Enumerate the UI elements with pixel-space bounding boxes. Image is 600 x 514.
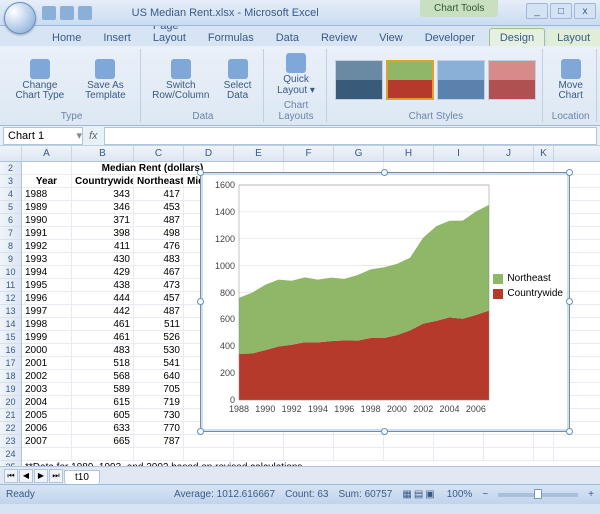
ribbon-group-chart-styles: Chart Styles — [329, 49, 543, 122]
spreadsheet-grid[interactable]: ABCDEFGHIJK 2345678910111213141516171819… — [0, 146, 600, 466]
legend-swatch-icon — [493, 289, 503, 299]
legend-item-northeast[interactable]: Northeast — [493, 273, 563, 284]
row-headers[interactable]: 2345678910111213141516171819202122232425… — [0, 162, 22, 466]
formula-bar-row: Chart 1▾ fx — [0, 126, 600, 146]
status-count: Count: 63 — [285, 489, 328, 500]
chart-type-icon — [30, 59, 50, 79]
chart-style-1[interactable] — [335, 60, 383, 100]
switch-row-column-button[interactable]: Switch Row/Column — [149, 57, 212, 104]
sheet-nav-next[interactable]: ▶ — [34, 469, 48, 483]
sheet-tab-bar: ⏮ ◀ ▶ ⏭ t10 — [0, 466, 600, 484]
minimize-button[interactable]: _ — [526, 3, 548, 19]
tab-view[interactable]: View — [369, 29, 413, 46]
ribbon-group-chart-layouts: Quick Layout ▾ Chart Layouts — [266, 49, 328, 122]
tab-layout[interactable]: Layout — [547, 29, 600, 46]
tab-review[interactable]: Review — [311, 29, 367, 46]
chart-style-4[interactable] — [488, 60, 536, 100]
ribbon-group-data: Switch Row/Column Select Data Data — [143, 49, 264, 122]
status-ready: Ready — [6, 489, 35, 500]
ribbon: Change Chart Type Save As Template Type … — [0, 46, 600, 126]
change-chart-type-button[interactable]: Change Chart Type — [9, 57, 71, 104]
ribbon-group-type: Change Chart Type Save As Template Type — [3, 49, 141, 122]
tab-data[interactable]: Data — [266, 29, 309, 46]
office-button[interactable] — [4, 2, 36, 34]
tab-insert[interactable]: Insert — [93, 29, 141, 46]
select-data-button[interactable]: Select Data — [218, 57, 256, 104]
move-chart-button[interactable]: Move Chart — [551, 57, 590, 104]
quick-layout-button[interactable]: Quick Layout ▾ — [272, 51, 321, 98]
legend-swatch-icon — [493, 274, 503, 284]
ribbon-group-location: Move Chart Location — [545, 49, 597, 122]
move-chart-icon — [561, 59, 581, 79]
tab-developer[interactable]: Developer — [415, 29, 485, 46]
save-as-template-button[interactable]: Save As Template — [77, 57, 134, 104]
chart-style-3[interactable] — [437, 60, 485, 100]
zoom-in[interactable]: + — [588, 489, 594, 500]
close-button[interactable]: x — [574, 3, 596, 19]
save-icon[interactable] — [42, 6, 56, 20]
switch-icon — [171, 59, 191, 79]
zoom-slider[interactable] — [498, 493, 578, 497]
sheet-nav-prev[interactable]: ◀ — [19, 469, 33, 483]
column-headers[interactable]: ABCDEFGHIJK — [0, 146, 600, 162]
quick-layout-icon — [286, 53, 306, 73]
status-average: Average: 1012.616667 — [174, 489, 275, 500]
zoom-level[interactable]: 100% — [447, 489, 473, 500]
window-title: US Median Rent.xlsx - Microsoft Excel — [132, 7, 319, 19]
tab-home[interactable]: Home — [42, 29, 91, 46]
title-bar: US Median Rent.xlsx - Microsoft Excel Ch… — [0, 0, 600, 26]
template-icon — [95, 59, 115, 79]
name-box[interactable]: Chart 1▾ — [3, 127, 83, 145]
sheet-tab[interactable]: t10 — [64, 470, 100, 484]
sheet-nav-first[interactable]: ⏮ — [4, 469, 18, 483]
undo-icon[interactable] — [60, 6, 74, 20]
embedded-chart[interactable]: 0200400600800100012001400160019881990199… — [200, 172, 570, 432]
chart-plot-area[interactable]: 0200400600800100012001400160019881990199… — [239, 185, 489, 400]
view-buttons[interactable]: ▦▤▣ — [402, 489, 436, 500]
redo-icon[interactable] — [78, 6, 92, 20]
legend-item-countrywide[interactable]: Countrywide — [493, 288, 563, 299]
status-bar: Ready Average: 1012.616667 Count: 63 Sum… — [0, 484, 600, 504]
sheet-nav-last[interactable]: ⏭ — [49, 469, 63, 483]
tab-formulas[interactable]: Formulas — [198, 29, 264, 46]
tab-design[interactable]: Design — [489, 28, 545, 46]
chart-style-2[interactable] — [386, 60, 434, 100]
maximize-button[interactable]: □ — [550, 3, 572, 19]
status-sum: Sum: 60757 — [338, 489, 392, 500]
formula-input[interactable] — [104, 127, 597, 145]
select-data-icon — [228, 59, 248, 79]
ribbon-tabs: Home Insert Page Layout Formulas Data Re… — [0, 26, 600, 46]
fx-icon[interactable]: fx — [89, 130, 98, 142]
chart-legend[interactable]: Northeast Countrywide — [493, 273, 563, 303]
zoom-out[interactable]: − — [482, 489, 488, 500]
quick-access-toolbar[interactable] — [42, 6, 92, 20]
chart-tools-label: Chart Tools — [420, 0, 498, 17]
